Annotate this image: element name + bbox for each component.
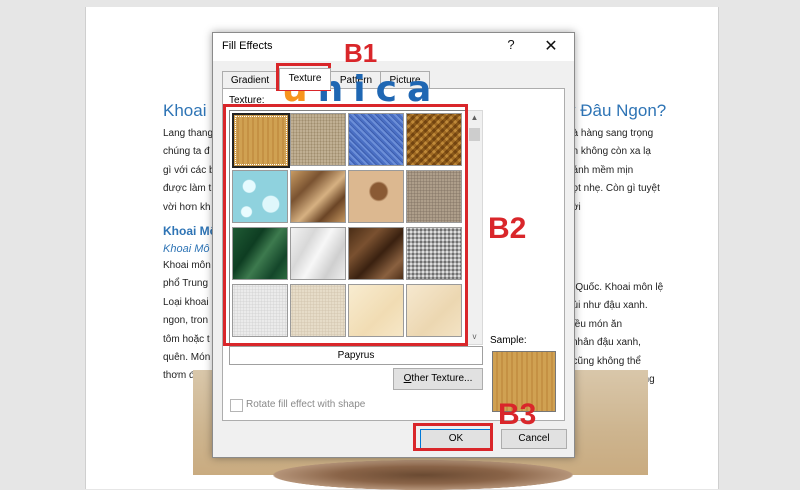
tab-texture[interactable]: Texture	[279, 68, 331, 90]
help-button[interactable]: ?	[503, 37, 519, 55]
document-text-line: bùi như đậu xanh.	[567, 300, 648, 312]
document-heading-right: ý Đâu Ngon?	[567, 101, 667, 120]
document-text-line: hà hàng sang trọng	[567, 128, 654, 139]
food-image	[273, 460, 573, 490]
annotation-box-b2	[223, 104, 468, 346]
annotation-box-b3	[413, 423, 493, 451]
annotation-label-b1: B1	[344, 38, 378, 68]
document-text-line: i nhân đậu xanh,	[567, 337, 641, 349]
texture-scrollbar[interactable]: ▲ v	[466, 110, 483, 345]
dialog-titlebar: Fill Effects ? ✕	[213, 33, 574, 61]
document-text-line: g Quốc. Khoai môn lệ	[567, 282, 664, 294]
document-right-column: ý Đâu Ngon? hà hàng sang trọng ăn không …	[567, 98, 697, 389]
document-text-line: ăn không còn xa lạ	[567, 146, 651, 158]
close-button[interactable]: ✕	[542, 36, 560, 56]
sample-label: Sample:	[490, 335, 527, 346]
document-text-line: ì cũng không thể	[567, 355, 641, 367]
scroll-down-arrow-icon[interactable]: v	[467, 330, 482, 344]
tab-gradient[interactable]: Gradient	[222, 71, 278, 89]
annotation-label-b2: B2	[488, 212, 527, 245]
document-text-line: vời	[567, 199, 697, 217]
document-text-line: hiều món ăn	[567, 318, 623, 330]
cancel-button[interactable]: Cancel	[501, 429, 567, 449]
document-text-line: gọt nhẹ. Còn gì tuyệt	[567, 183, 660, 195]
document-text-line: bánh mềm mịn	[567, 164, 634, 176]
other-texture-button[interactable]: Other Texture...	[393, 368, 483, 390]
scroll-up-arrow-icon[interactable]: ▲	[467, 111, 482, 125]
rotate-fill-checkbox[interactable]	[230, 399, 243, 412]
scroll-thumb[interactable]	[469, 128, 480, 141]
texture-name-field: Papyrus	[229, 346, 483, 365]
annotation-label-b3: B3	[498, 398, 537, 431]
document-spacer	[567, 217, 697, 279]
rotate-fill-label: Rotate fill effect with shape	[246, 399, 366, 410]
other-texture-label: ther Texture...	[411, 373, 473, 384]
dialog-title: Fill Effects	[222, 40, 273, 52]
